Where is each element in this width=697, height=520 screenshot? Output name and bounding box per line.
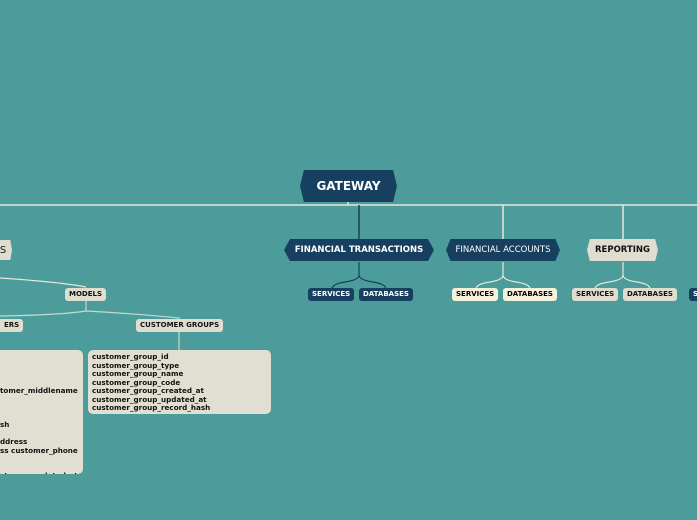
rep-databases-node[interactable]: DATABASES [623, 288, 677, 301]
field-item [0, 404, 79, 413]
field-item: customer_group_record_hash [92, 403, 211, 412]
node-label: REPORTING [594, 245, 651, 255]
field-item: ss customer_phone [0, 445, 78, 455]
field-item [0, 370, 79, 379]
root-node-gateway[interactable]: GATEWAY [300, 170, 397, 202]
models-node[interactable]: MODELS [65, 288, 107, 301]
customer-groups-node[interactable]: CUSTOMER GROUPS [136, 319, 224, 332]
branch-node-partial-left[interactable]: S [0, 240, 12, 260]
field-item: sh [0, 420, 10, 429]
ft-services-node[interactable]: SERVICES [308, 288, 355, 301]
rep-services-node[interactable]: SERVICES [572, 288, 619, 301]
customers-node[interactable]: ERS [0, 319, 24, 332]
node-label: S [0, 244, 7, 256]
fa-services-node[interactable]: SERVICES [452, 288, 499, 301]
partial-right-node[interactable]: S [689, 288, 697, 301]
field-item: stomer_updated_at [0, 471, 79, 474]
branch-node-financial-transactions[interactable]: FINANCIAL TRANSACTIONS [284, 239, 434, 261]
customer-groups-fields-box[interactable]: customer_group_id customer_group_type cust… [88, 350, 271, 414]
customers-fields-box[interactable]: tomer_middlename sh ddress ss customer_phon… [0, 350, 83, 474]
node-label: FINANCIAL ACCOUNTS [455, 245, 551, 255]
field-item [0, 396, 79, 405]
branch-node-financial-accounts[interactable]: FINANCIAL ACCOUNTS [446, 239, 560, 261]
field-item [0, 455, 79, 464]
field-item [0, 413, 79, 422]
node-label: FINANCIAL TRANSACTIONS [294, 245, 424, 255]
fa-databases-node[interactable]: DATABASES [503, 288, 557, 301]
branch-node-reporting[interactable]: REPORTING [587, 239, 658, 261]
ft-databases-node[interactable]: DATABASES [359, 288, 413, 301]
field-item: tomer_middlename [0, 386, 78, 395]
node-label: GATEWAY [316, 179, 381, 193]
